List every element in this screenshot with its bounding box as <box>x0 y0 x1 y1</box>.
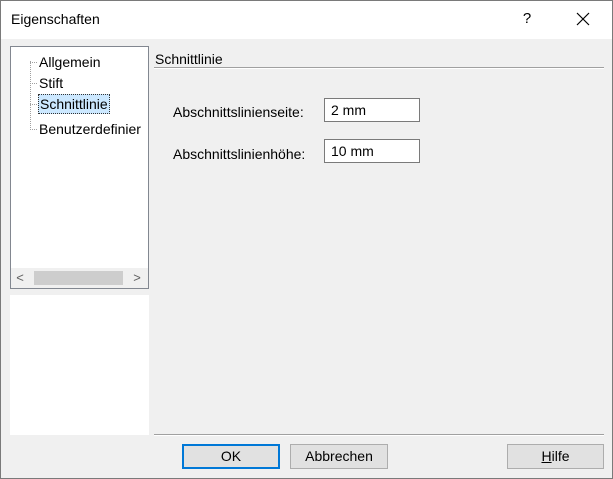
help-accelerator: H <box>541 448 552 464</box>
height-input[interactable] <box>324 139 420 163</box>
tree-item-label: Stift <box>39 75 64 91</box>
title-bar: Eigenschaften ? <box>1 1 612 39</box>
height-label: Abschnittslinienhöhe: <box>173 146 306 162</box>
category-tree[interactable]: Allgemein Stift Schnittlinie Benutzerdef… <box>10 46 149 289</box>
tree-item-label: Allgemein <box>39 54 101 70</box>
help-button[interactable]: Hilfe <box>507 444 604 469</box>
footer-divider <box>154 434 604 436</box>
side-input[interactable] <box>324 98 420 122</box>
window-title: Eigenschaften <box>11 11 100 27</box>
tree-item-label: Schnittlinie <box>38 94 110 114</box>
scroll-left-icon[interactable]: < <box>11 268 29 288</box>
help-button-label: ilfe <box>551 448 570 464</box>
horizontal-scrollbar[interactable]: < > <box>11 268 148 288</box>
scrollbar-thumb[interactable] <box>34 271 123 285</box>
tree-connector <box>30 61 31 130</box>
cancel-button[interactable]: Abbrechen <box>290 444 388 469</box>
scroll-right-icon[interactable]: > <box>128 268 146 288</box>
close-icon[interactable] <box>573 9 593 29</box>
help-icon[interactable]: ? <box>520 10 534 28</box>
ok-button[interactable]: OK <box>182 444 280 469</box>
section-title: Schnittlinie <box>155 51 223 67</box>
side-label: Abschnittslinienseite: <box>173 104 304 120</box>
section-divider <box>154 67 604 69</box>
tree-item-label: Benutzerdefinier <box>39 121 141 137</box>
properties-dialog: Eigenschaften ? Allgemein Stift Schnittl… <box>0 0 613 479</box>
preview-pane <box>10 295 149 435</box>
